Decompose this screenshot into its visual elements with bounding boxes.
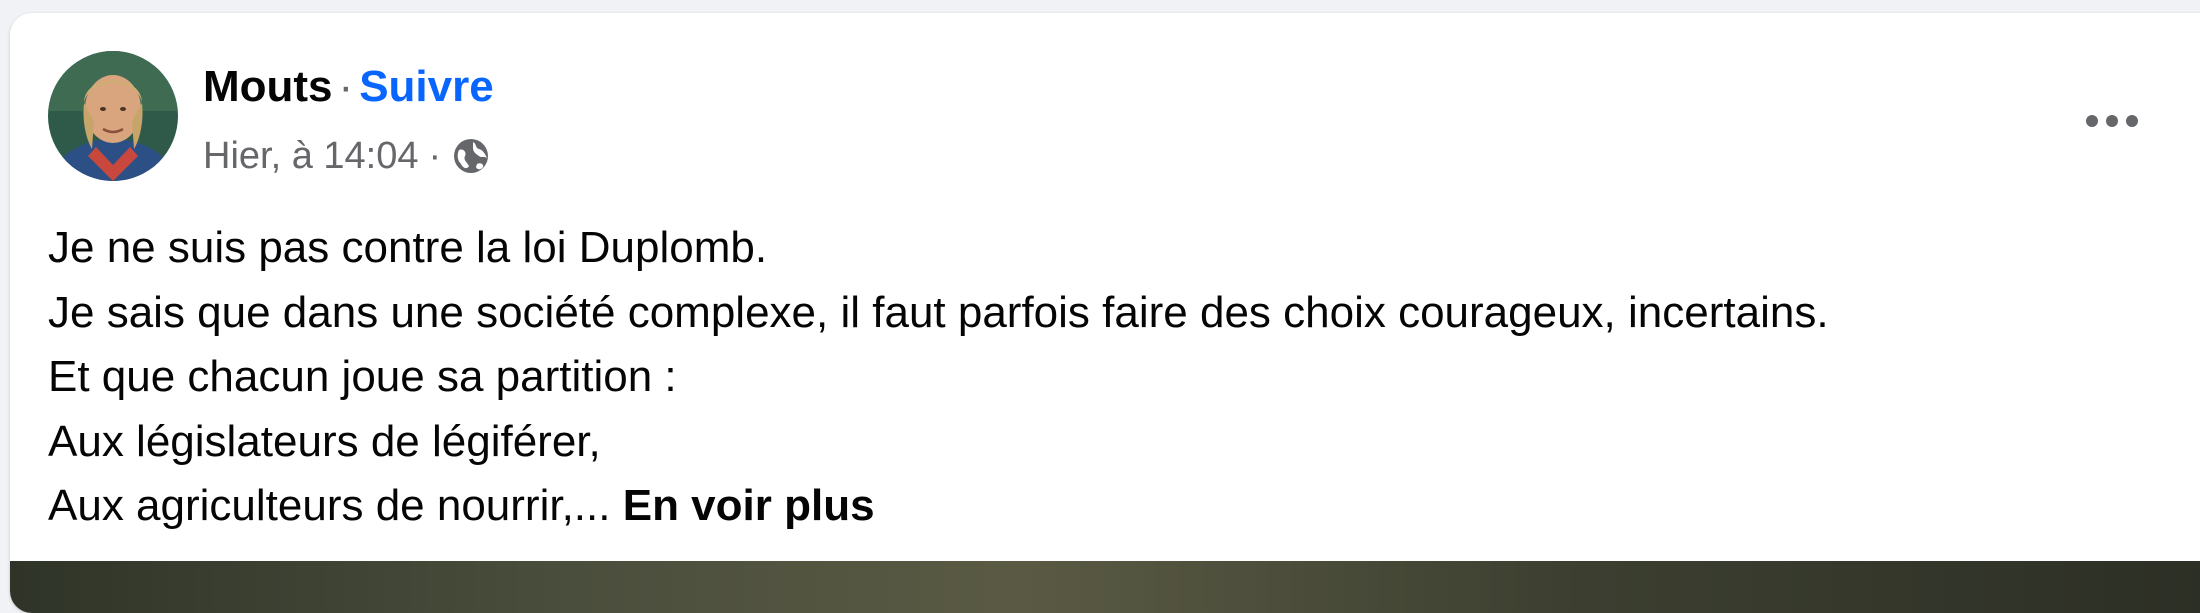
meta-separator: ·: [428, 135, 442, 177]
post-line-last: Aux agriculteurs de nourrir,... En voir …: [48, 474, 2168, 539]
globe-icon[interactable]: [451, 136, 491, 176]
post-body: Je ne suis pas contre la loi Duplomb. Je…: [48, 216, 2168, 539]
author-line: Mouts · Suivre: [203, 57, 494, 117]
author-name[interactable]: Mouts: [203, 62, 333, 111]
avatar-image: [48, 51, 178, 181]
post-image[interactable]: [10, 561, 2200, 613]
post-line: Aux législateurs de légiférer,: [48, 416, 601, 466]
post-line: Et que chacun joue sa partition :: [48, 352, 677, 401]
avatar[interactable]: [48, 51, 178, 181]
post-line: Je sais que dans une société complexe, i…: [48, 287, 1829, 337]
post-timestamp[interactable]: Hier, à 14:04: [203, 131, 418, 181]
post-card: Mouts · Suivre Hier, à 14:04 · Je ne suis …: [10, 13, 2200, 613]
more-options-button[interactable]: [2070, 91, 2154, 151]
see-more-link[interactable]: En voir plus: [623, 481, 875, 530]
post-meta: Hier, à 14:04 ·: [203, 131, 491, 181]
post-line-text: Aux agriculteurs de nourrir,...: [48, 481, 611, 530]
more-horizontal-icon: [2086, 115, 2138, 127]
post-line: Je ne suis pas contre la loi Duplomb.: [48, 223, 768, 272]
follow-button[interactable]: Suivre: [359, 62, 494, 111]
separator-dot: ·: [338, 62, 354, 111]
